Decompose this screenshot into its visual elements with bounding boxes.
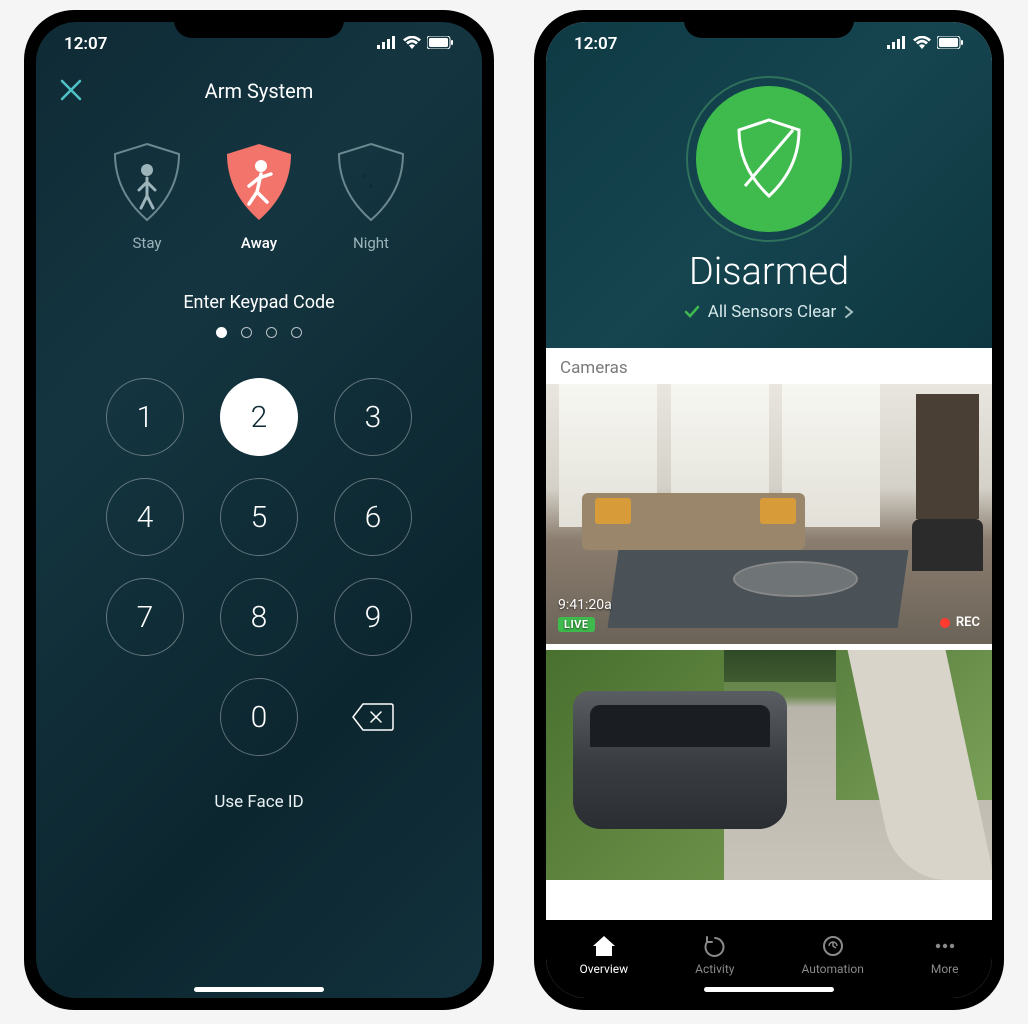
- backspace-icon: [351, 702, 395, 732]
- key-blank: [106, 678, 184, 756]
- keypad: 1 2 3 4 5 6 7 8 9 0: [36, 378, 482, 756]
- use-face-id-button[interactable]: Use Face ID: [36, 792, 482, 812]
- system-status-title: Disarmed: [546, 250, 992, 294]
- key-0[interactable]: 0: [220, 678, 298, 756]
- close-icon[interactable]: [60, 75, 82, 108]
- tab-label: More: [931, 962, 959, 976]
- shield-stay-icon: [111, 142, 183, 224]
- system-status-button[interactable]: [696, 86, 842, 232]
- wifi-icon: [403, 34, 421, 54]
- shield-away-icon: [223, 142, 295, 224]
- signal-icon: [377, 34, 397, 54]
- battery-icon: [427, 34, 454, 54]
- tab-overview[interactable]: Overview: [580, 934, 629, 976]
- sensor-status-button[interactable]: All Sensors Clear: [546, 302, 992, 322]
- status-time: 12:07: [64, 34, 107, 54]
- pin-dot: [266, 327, 277, 338]
- key-delete[interactable]: [334, 678, 412, 756]
- mode-label: Night: [353, 234, 389, 252]
- signal-icon: [887, 34, 907, 54]
- home-indicator[interactable]: [194, 987, 324, 992]
- mode-stay[interactable]: Stay: [111, 142, 183, 252]
- key-1[interactable]: 1: [106, 378, 184, 456]
- mode-away[interactable]: Away: [223, 142, 295, 252]
- more-icon: [932, 934, 958, 958]
- key-5[interactable]: 5: [220, 478, 298, 556]
- key-8[interactable]: 8: [220, 578, 298, 656]
- camera-timestamp: 9:41:20a: [558, 597, 612, 613]
- page-title: Arm System: [60, 79, 458, 103]
- key-9[interactable]: 9: [334, 578, 412, 656]
- tab-label: Automation: [801, 962, 863, 976]
- tab-automation[interactable]: Automation: [801, 934, 863, 976]
- tab-label: Overview: [580, 962, 629, 976]
- pin-dot: [241, 327, 252, 338]
- notch: [684, 10, 854, 38]
- home-indicator[interactable]: [704, 987, 834, 992]
- automation-icon: [820, 934, 846, 958]
- notch: [174, 10, 344, 38]
- pin-dot: [291, 327, 302, 338]
- mode-label: Away: [241, 234, 277, 252]
- arm-modes: Stay Away Night: [36, 142, 482, 252]
- rec-dot-icon: [940, 618, 950, 628]
- pin-dot: [216, 327, 227, 338]
- tab-label: Activity: [695, 962, 734, 976]
- wifi-icon: [913, 34, 931, 54]
- shield-night-icon: [335, 142, 407, 224]
- camera-thumbnail: [546, 384, 992, 644]
- key-2[interactable]: 2: [220, 378, 298, 456]
- mode-night[interactable]: Night: [335, 142, 407, 252]
- camera-feed-living-room[interactable]: 9:41:20a LIVE REC: [546, 384, 992, 644]
- activity-icon: [702, 934, 728, 958]
- sensor-status-label: All Sensors Clear: [708, 302, 837, 322]
- phone-arm-system: 12:07 Arm System: [24, 10, 494, 1010]
- check-icon: [684, 304, 700, 320]
- live-badge: LIVE: [558, 617, 595, 632]
- key-3[interactable]: 3: [334, 378, 412, 456]
- status-time: 12:07: [574, 34, 617, 54]
- key-6[interactable]: 6: [334, 478, 412, 556]
- home-icon: [591, 934, 617, 958]
- battery-icon: [937, 34, 964, 54]
- rec-label: REC: [956, 615, 980, 630]
- mode-label: Stay: [133, 234, 162, 252]
- keypad-prompt: Enter Keypad Code: [36, 292, 482, 313]
- tab-activity[interactable]: Activity: [695, 934, 734, 976]
- key-7[interactable]: 7: [106, 578, 184, 656]
- tab-more[interactable]: More: [931, 934, 959, 976]
- camera-feed-driveway[interactable]: [546, 650, 992, 880]
- phone-home: 12:07: [534, 10, 1004, 1010]
- rec-badge: REC: [940, 615, 980, 630]
- chevron-right-icon: [844, 305, 854, 319]
- key-4[interactable]: 4: [106, 478, 184, 556]
- cameras-heading: Cameras: [546, 348, 992, 384]
- pin-indicator: [36, 327, 482, 338]
- camera-thumbnail: [546, 650, 992, 880]
